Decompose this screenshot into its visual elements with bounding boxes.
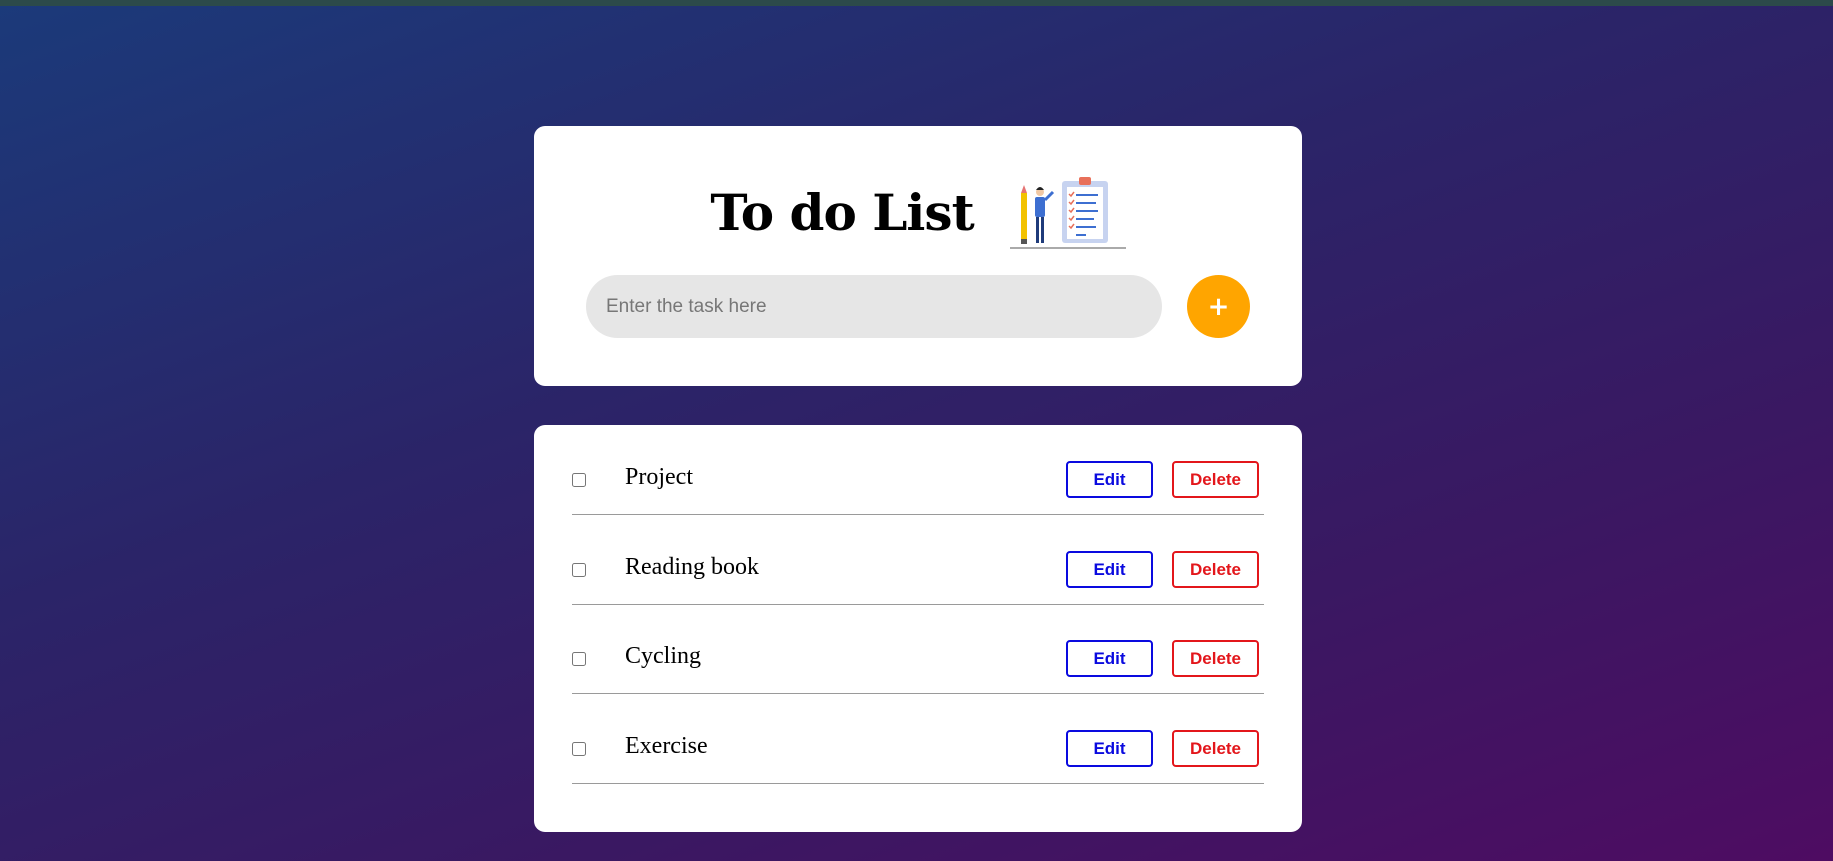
edit-button[interactable]: Edit <box>1066 461 1153 498</box>
edit-button[interactable]: Edit <box>1066 551 1153 588</box>
browser-top-strip <box>0 0 1833 6</box>
task-checkbox[interactable] <box>572 563 586 577</box>
edit-button[interactable]: Edit <box>1066 730 1153 767</box>
edit-button[interactable]: Edit <box>1066 640 1153 677</box>
task-label: Cycling <box>625 643 701 669</box>
task-list-card: Project Edit Delete Reading book Edit De… <box>534 425 1302 832</box>
task-label: Reading book <box>625 554 759 580</box>
page-title: To do List <box>710 182 974 242</box>
delete-button[interactable]: Delete <box>1172 551 1259 588</box>
delete-button[interactable]: Delete <box>1172 461 1259 498</box>
task-row: Exercise Edit Delete <box>572 694 1264 784</box>
task-checkbox[interactable] <box>572 652 586 666</box>
add-task-button[interactable]: + <box>1187 275 1250 338</box>
title-row: To do List <box>534 164 1302 260</box>
task-checkbox[interactable] <box>572 473 586 487</box>
task-label: Project <box>625 464 693 490</box>
plus-icon: + <box>1207 291 1230 322</box>
delete-button[interactable]: Delete <box>1172 640 1259 677</box>
task-row: Reading book Edit Delete <box>572 515 1264 605</box>
task-checkbox[interactable] <box>572 742 586 756</box>
task-label: Exercise <box>625 733 708 759</box>
task-row: Project Edit Delete <box>572 425 1264 515</box>
clipboard-checklist-illustration-icon <box>1009 177 1126 249</box>
todo-header-card: To do List Enter the task here + <box>534 126 1302 386</box>
task-row: Cycling Edit Delete <box>572 604 1264 694</box>
task-input[interactable] <box>586 275 1162 338</box>
delete-button[interactable]: Delete <box>1172 730 1259 767</box>
